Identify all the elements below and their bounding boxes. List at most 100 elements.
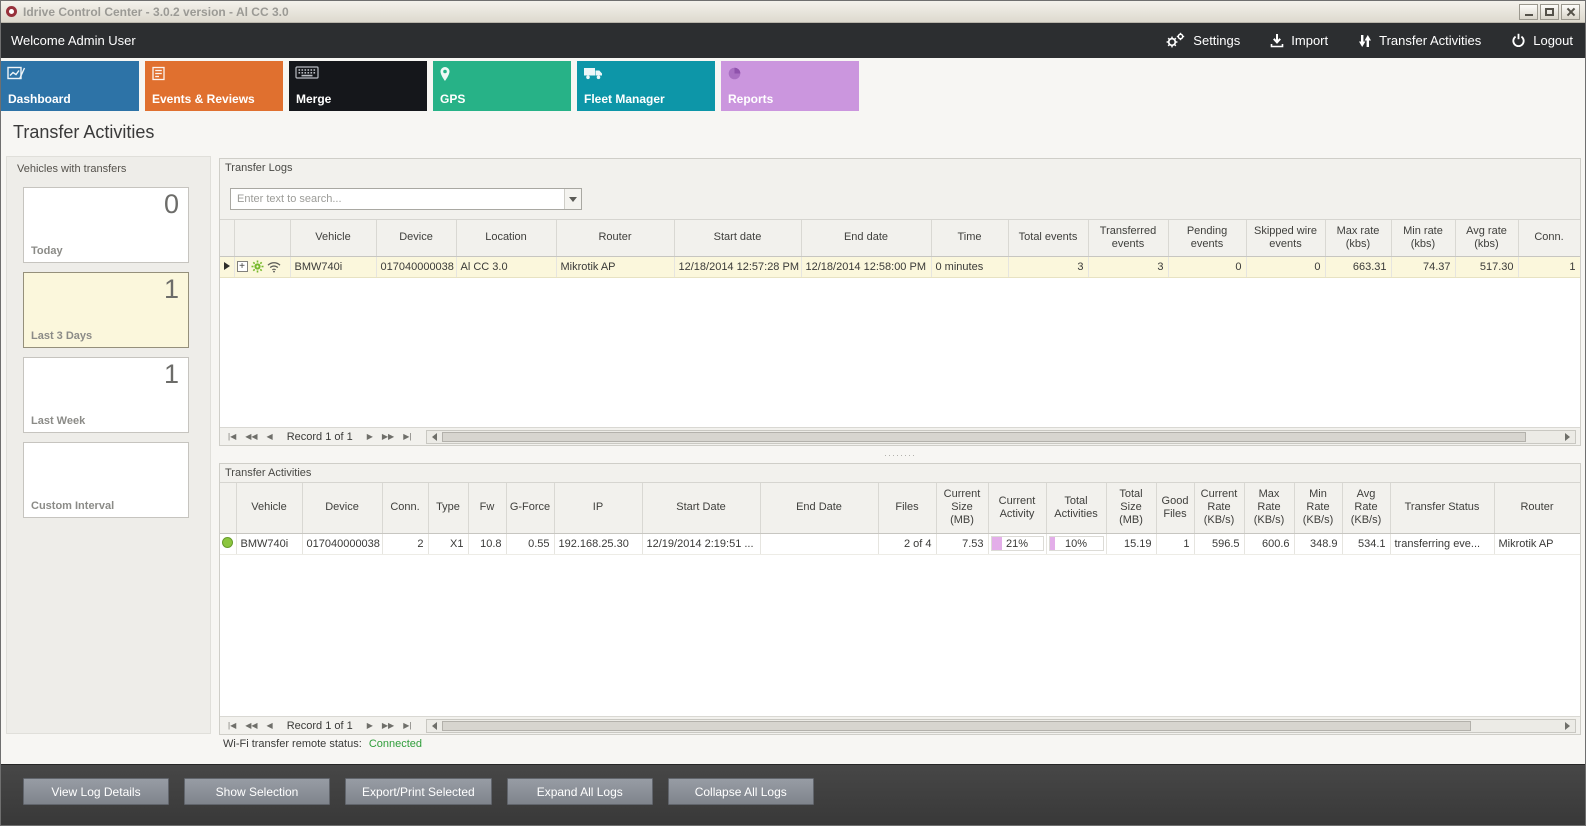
col-device[interactable]: Device xyxy=(376,220,456,256)
col-router[interactable]: Router xyxy=(556,220,674,256)
col-vehicle[interactable]: Vehicle xyxy=(236,483,302,533)
tab-merge[interactable]: Merge xyxy=(289,61,427,111)
scrollbar-thumb[interactable] xyxy=(442,432,1526,442)
col-min-rate[interactable]: Min Rate (KB/s) xyxy=(1294,483,1342,533)
focused-row-indicator-icon xyxy=(224,262,230,270)
col-avg-rate[interactable]: Avg rate (kbs) xyxy=(1455,220,1518,256)
scrollbar-thumb[interactable] xyxy=(442,721,1470,731)
tab-reports[interactable]: Reports xyxy=(721,61,859,111)
filter-card-last-week[interactable]: 1 Last Week xyxy=(23,357,189,433)
pager-last-button[interactable]: ▶| xyxy=(399,721,415,730)
col-start-date[interactable]: Start date xyxy=(674,220,801,256)
cell-vehicle: BMW740i xyxy=(290,256,376,277)
cell-g-force: 0.55 xyxy=(506,533,554,554)
settings-label: Settings xyxy=(1193,33,1240,48)
scroll-left-button[interactable] xyxy=(427,431,442,443)
cell-total-events: 3 xyxy=(1008,256,1088,277)
col-conn[interactable]: Conn. xyxy=(382,483,428,533)
cell-fw: 10.8 xyxy=(468,533,506,554)
col-current-activity[interactable]: Current Activity xyxy=(988,483,1046,533)
pager-next-page-button[interactable]: ▶▶ xyxy=(378,721,398,730)
scroll-right-button[interactable] xyxy=(1560,431,1575,443)
col-router[interactable]: Router xyxy=(1494,483,1580,533)
col-transfer-status[interactable]: Transfer Status xyxy=(1390,483,1494,533)
col-end-date[interactable]: End date xyxy=(801,220,931,256)
splitter-handle[interactable] xyxy=(219,450,1581,460)
cell-router: Mikrotik AP xyxy=(556,256,674,277)
pager-prev-button[interactable]: ◀ xyxy=(263,432,277,441)
transfer-activities-button[interactable]: Transfer Activities xyxy=(1358,33,1481,48)
transfer-activities-header-row: Vehicle Device Conn. Type Fw G-Force IP … xyxy=(220,483,1580,533)
minimize-button[interactable] xyxy=(1519,4,1538,20)
settings-button[interactable]: Settings xyxy=(1164,32,1240,49)
search-dropdown-button[interactable] xyxy=(564,189,581,209)
col-g-force[interactable]: G-Force xyxy=(506,483,554,533)
col-end-date[interactable]: End Date xyxy=(760,483,878,533)
collapse-all-logs-button[interactable]: Collapse All Logs xyxy=(668,778,814,805)
filter-card-custom-interval[interactable]: Custom Interval xyxy=(23,442,189,518)
pager-next-button[interactable]: ▶ xyxy=(363,432,377,441)
col-current-rate[interactable]: Current Rate (KB/s) xyxy=(1194,483,1244,533)
activities-horizontal-scrollbar[interactable] xyxy=(426,719,1576,733)
col-avg-rate[interactable]: Avg Rate (KB/s) xyxy=(1342,483,1390,533)
filter-card-today[interactable]: 0 Today xyxy=(23,187,189,263)
col-status xyxy=(220,483,236,533)
col-device[interactable]: Device xyxy=(302,483,382,533)
col-current-size[interactable]: Current Size (MB) xyxy=(936,483,988,533)
logs-horizontal-scrollbar[interactable] xyxy=(426,430,1576,444)
cell-avg-rate: 517.30 xyxy=(1455,256,1518,277)
cell-conn: 2 xyxy=(382,533,428,554)
view-log-details-button[interactable]: View Log Details xyxy=(23,778,169,805)
col-vehicle[interactable]: Vehicle xyxy=(290,220,376,256)
import-button[interactable]: Import xyxy=(1270,33,1328,48)
col-max-rate[interactable]: Max rate (kbs) xyxy=(1325,220,1391,256)
wifi-status-label: Wi-Fi transfer remote status: xyxy=(223,738,362,750)
expand-all-logs-button[interactable]: Expand All Logs xyxy=(507,778,653,805)
col-skipped-wire-events[interactable]: Skipped wire events xyxy=(1246,220,1325,256)
col-pending-events[interactable]: Pending events xyxy=(1168,220,1246,256)
transfer-activities-row[interactable]: BMW740i 017040000038 2 X1 10.8 0.55 192.… xyxy=(220,533,1580,554)
pager-first-button[interactable]: |◀ xyxy=(224,432,240,441)
close-button[interactable] xyxy=(1561,4,1580,20)
col-min-rate[interactable]: Min rate (kbs) xyxy=(1391,220,1455,256)
today-label: Today xyxy=(31,245,63,257)
scroll-left-button[interactable] xyxy=(427,720,442,732)
tab-fleet-manager[interactable]: Fleet Manager xyxy=(577,61,715,111)
col-conn[interactable]: Conn. xyxy=(1518,220,1580,256)
pager-first-button[interactable]: |◀ xyxy=(224,721,240,730)
scroll-right-icon xyxy=(1565,722,1570,730)
pager-prev-page-button[interactable]: ◀◀ xyxy=(241,721,261,730)
col-transferred-events[interactable]: Transferred events xyxy=(1088,220,1168,256)
pager-last-button[interactable]: ▶| xyxy=(399,432,415,441)
logout-button[interactable]: Logout xyxy=(1511,33,1573,48)
filter-card-last-3-days[interactable]: 1 Last 3 Days xyxy=(23,272,189,348)
scroll-right-button[interactable] xyxy=(1560,720,1575,732)
transfer-logs-row[interactable]: BMW740i 017040000038 Al CC 3.0 Mikrotik … xyxy=(220,256,1580,277)
show-selection-button[interactable]: Show Selection xyxy=(184,778,330,805)
pager-prev-button[interactable]: ◀ xyxy=(263,721,277,730)
pager-prev-page-button[interactable]: ◀◀ xyxy=(241,432,261,441)
export-print-selected-button[interactable]: Export/Print Selected xyxy=(345,778,492,805)
search-input[interactable] xyxy=(231,189,564,209)
col-type[interactable]: Type xyxy=(428,483,468,533)
col-location[interactable]: Location xyxy=(456,220,556,256)
tab-events-reviews[interactable]: Events & Reviews xyxy=(145,61,283,111)
expand-row-button[interactable] xyxy=(237,261,248,272)
search-combobox xyxy=(230,188,582,210)
col-good-files[interactable]: Good Files xyxy=(1156,483,1194,533)
pager-next-page-button[interactable]: ▶▶ xyxy=(378,432,398,441)
col-total-size[interactable]: Total Size (MB) xyxy=(1106,483,1156,533)
col-max-rate[interactable]: Max Rate (KB/s) xyxy=(1244,483,1294,533)
col-fw[interactable]: Fw xyxy=(468,483,506,533)
col-time[interactable]: Time xyxy=(931,220,1008,256)
tab-gps[interactable]: GPS xyxy=(433,61,571,111)
pager-next-button[interactable]: ▶ xyxy=(363,721,377,730)
cell-current-size: 7.53 xyxy=(936,533,988,554)
col-total-events[interactable]: Total events xyxy=(1008,220,1088,256)
col-ip[interactable]: IP xyxy=(554,483,642,533)
tab-dashboard[interactable]: Dashboard xyxy=(1,61,139,111)
col-start-date[interactable]: Start Date xyxy=(642,483,760,533)
col-total-activities[interactable]: Total Activities xyxy=(1046,483,1106,533)
col-files[interactable]: Files xyxy=(878,483,936,533)
maximize-button[interactable] xyxy=(1540,4,1559,20)
